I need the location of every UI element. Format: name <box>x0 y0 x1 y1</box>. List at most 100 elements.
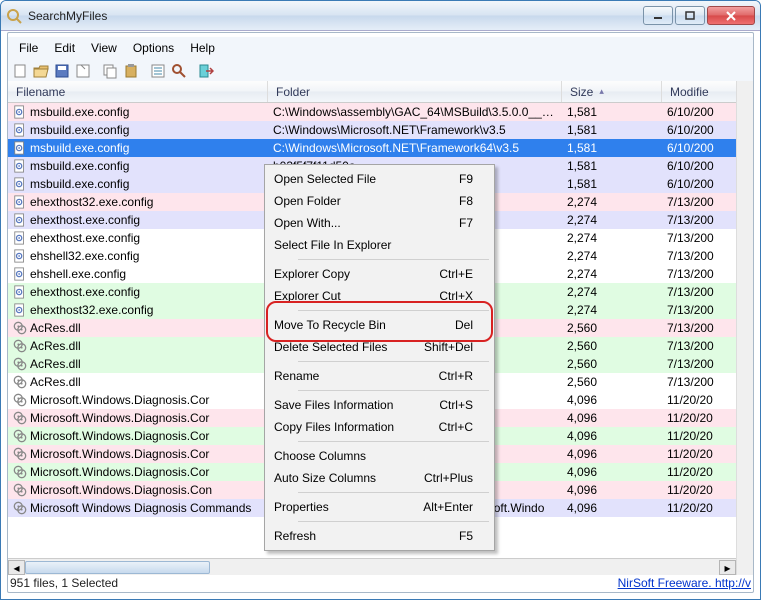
cell-filename: Microsoft.Windows.Diagnosis.Cor <box>8 447 268 461</box>
tb-copy-icon[interactable] <box>101 62 119 80</box>
menu-item[interactable]: RenameCtrl+R <box>244 365 491 387</box>
cell-filename: ehshell.exe.config <box>8 267 268 281</box>
close-button[interactable] <box>707 6 755 25</box>
cell-size: 2,274 <box>562 303 662 317</box>
window-title: SearchMyFiles <box>28 9 643 23</box>
menu-separator <box>298 521 489 522</box>
cell-filename: ehexthost.exe.config <box>8 213 268 227</box>
scroll-left-arrow[interactable]: ◂ <box>8 560 25 575</box>
tb-paste-icon[interactable] <box>122 62 140 80</box>
cell-size: 2,560 <box>562 321 662 335</box>
cell-size: 2,274 <box>562 267 662 281</box>
cell-size: 2,274 <box>562 285 662 299</box>
tb-open-icon[interactable] <box>32 62 50 80</box>
menu-separator <box>298 492 489 493</box>
status-link[interactable]: NirSoft Freeware. http://v <box>618 576 751 592</box>
menu-file[interactable]: File <box>11 39 46 57</box>
app-window: SearchMyFiles File Edit View Options Hel… <box>0 0 761 600</box>
column-size[interactable]: Size▴ <box>562 81 662 102</box>
menu-item[interactable]: Move To Recycle BinDel <box>244 314 491 336</box>
menu-item[interactable]: Select File In Explorer <box>244 234 491 256</box>
cell-filename: Microsoft.Windows.Diagnosis.Cor <box>8 393 268 407</box>
cell-folder: C:\Windows\assembly\GAC_64\MSBuild\3.5.0… <box>268 105 562 119</box>
sort-asc-icon: ▴ <box>599 86 604 97</box>
cell-size: 2,560 <box>562 357 662 371</box>
menu-item[interactable]: Explorer CutCtrl+X <box>244 285 491 307</box>
cell-filename: ehexthost.exe.config <box>8 285 268 299</box>
menu-item[interactable]: Explorer CopyCtrl+E <box>244 263 491 285</box>
cell-filename: AcRes.dll <box>8 339 268 353</box>
menu-separator <box>298 259 489 260</box>
tb-exit-icon[interactable] <box>197 62 215 80</box>
menu-separator <box>298 361 489 362</box>
cell-filename: ehexthost.exe.config <box>8 231 268 245</box>
table-row[interactable]: msbuild.exe.configC:\Windows\assembly\GA… <box>8 103 753 121</box>
column-filename[interactable]: Filename <box>8 81 268 102</box>
cell-size: 2,274 <box>562 195 662 209</box>
horizontal-scrollbar[interactable]: ◂ ▸ <box>8 558 736 575</box>
menu-item[interactable]: Choose Columns <box>244 445 491 467</box>
tb-save-as-icon[interactable] <box>74 62 92 80</box>
tb-properties-icon[interactable] <box>149 62 167 80</box>
cell-filename: Microsoft.Windows.Diagnosis.Cor <box>8 411 268 425</box>
table-row[interactable]: msbuild.exe.configC:\Windows\Microsoft.N… <box>8 139 753 157</box>
cell-filename: ehshell32.exe.config <box>8 249 268 263</box>
cell-size: 2,560 <box>562 375 662 389</box>
cell-size: 4,096 <box>562 483 662 497</box>
cell-filename: msbuild.exe.config <box>8 141 268 155</box>
app-icon <box>6 8 22 24</box>
cell-filename: AcRes.dll <box>8 321 268 335</box>
cell-size: 2,274 <box>562 213 662 227</box>
maximize-button[interactable] <box>675 6 705 25</box>
cell-filename: ehexthost32.exe.config <box>8 195 268 209</box>
status-bar: 951 files, 1 Selected NirSoft Freeware. … <box>8 576 753 592</box>
cell-size: 1,581 <box>562 141 662 155</box>
cell-filename: Microsoft.Windows.Diagnosis.Cor <box>8 465 268 479</box>
menu-item[interactable]: PropertiesAlt+Enter <box>244 496 491 518</box>
menu-item[interactable]: Save Files InformationCtrl+S <box>244 394 491 416</box>
cell-filename: ehexthost32.exe.config <box>8 303 268 317</box>
cell-size: 2,274 <box>562 249 662 263</box>
cell-size: 4,096 <box>562 429 662 443</box>
cell-filename: msbuild.exe.config <box>8 105 268 119</box>
cell-size: 1,581 <box>562 159 662 173</box>
tb-find-icon[interactable] <box>170 62 188 80</box>
cell-filename: msbuild.exe.config <box>8 123 268 137</box>
table-row[interactable]: msbuild.exe.configC:\Windows\Microsoft.N… <box>8 121 753 139</box>
cell-size: 4,096 <box>562 411 662 425</box>
vertical-scrollbar[interactable] <box>736 81 753 575</box>
cell-filename: msbuild.exe.config <box>8 177 268 191</box>
menu-bar: File Edit View Options Help <box>7 36 754 59</box>
cell-size: 4,096 <box>562 501 662 515</box>
minimize-button[interactable] <box>643 6 673 25</box>
menu-item[interactable]: Copy Files InformationCtrl+C <box>244 416 491 438</box>
menu-separator <box>298 390 489 391</box>
tb-new-icon[interactable] <box>11 62 29 80</box>
column-folder[interactable]: Folder <box>268 81 562 102</box>
cell-size: 4,096 <box>562 447 662 461</box>
context-menu[interactable]: Open Selected FileF9Open FolderF8Open Wi… <box>264 164 495 551</box>
menu-separator <box>298 310 489 311</box>
menu-item[interactable]: Open With...F7 <box>244 212 491 234</box>
menu-item[interactable]: Open Selected FileF9 <box>244 168 491 190</box>
menu-help[interactable]: Help <box>182 39 223 57</box>
scroll-right-arrow[interactable]: ▸ <box>719 560 736 575</box>
title-bar[interactable]: SearchMyFiles <box>1 1 760 31</box>
scroll-thumb[interactable] <box>25 561 210 574</box>
column-headers: Filename Folder Size▴ Modifie <box>8 81 753 103</box>
status-text: 951 files, 1 Selected <box>10 576 118 592</box>
menu-options[interactable]: Options <box>125 39 182 57</box>
cell-size: 2,274 <box>562 231 662 245</box>
menu-item[interactable]: Auto Size ColumnsCtrl+Plus <box>244 467 491 489</box>
menu-view[interactable]: View <box>83 39 125 57</box>
cell-filename: AcRes.dll <box>8 375 268 389</box>
menu-separator <box>298 441 489 442</box>
menu-item[interactable]: Open FolderF8 <box>244 190 491 212</box>
tb-save-icon[interactable] <box>53 62 71 80</box>
cell-size: 1,581 <box>562 123 662 137</box>
cell-folder: C:\Windows\Microsoft.NET\Framework64\v3.… <box>268 141 562 155</box>
menu-edit[interactable]: Edit <box>46 39 83 57</box>
cell-size: 4,096 <box>562 393 662 407</box>
menu-item[interactable]: Delete Selected FilesShift+Del <box>244 336 491 358</box>
menu-item[interactable]: RefreshF5 <box>244 525 491 547</box>
